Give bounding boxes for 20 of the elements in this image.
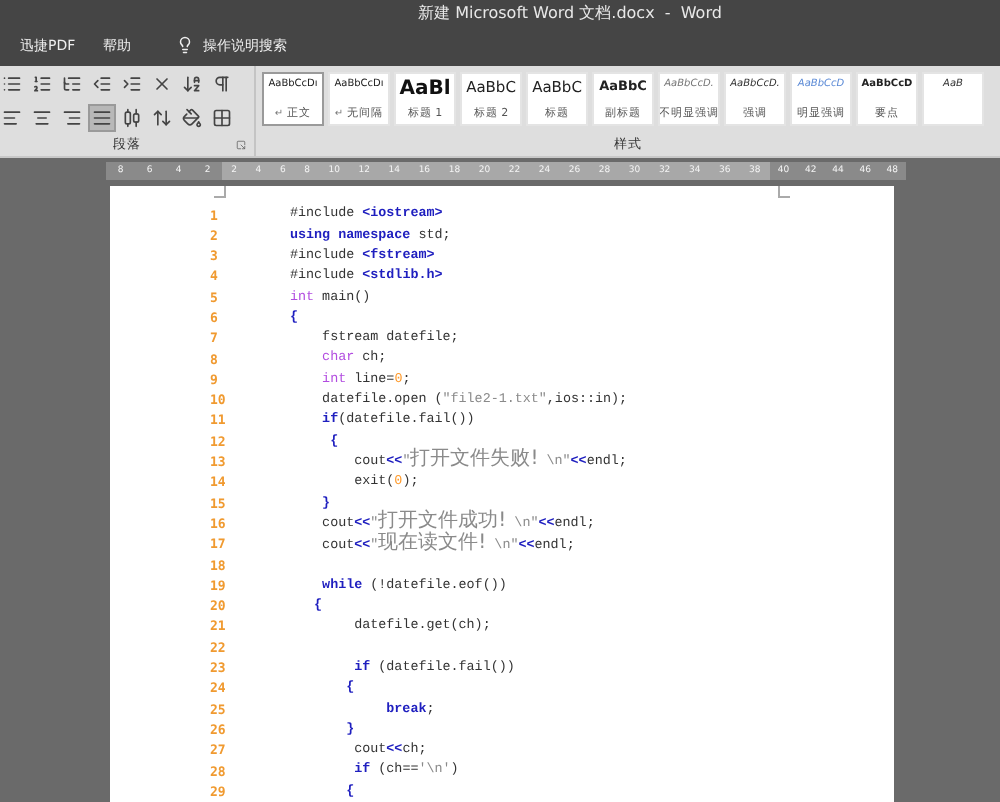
justify-button[interactable] <box>90 106 114 131</box>
borders-icon[interactable] <box>210 106 234 131</box>
style-preview: AaBl <box>399 79 451 100</box>
dialog-launcher-icon[interactable] <box>236 139 246 150</box>
sort-icon[interactable] <box>180 72 204 97</box>
line-spacing-icon[interactable] <box>150 106 174 131</box>
distribute-button[interactable] <box>120 106 144 131</box>
align-right-button[interactable] <box>60 106 84 131</box>
paint-bucket-icon[interactable] <box>180 106 204 131</box>
increase-indent-icon[interactable] <box>120 72 144 97</box>
lightbulb-icon <box>175 36 194 55</box>
decrease-indent-icon[interactable] <box>90 72 114 97</box>
align-center-button[interactable] <box>30 106 54 131</box>
align-left-button[interactable] <box>0 106 24 131</box>
pilcrow-icon[interactable] <box>210 72 234 97</box>
margin-corner-mark <box>214 186 226 199</box>
window-title: 新建 Microsoft Word 文档.docx - Word <box>416 1 722 24</box>
multilevel-list-icon[interactable] <box>60 72 84 97</box>
numbered-list-icon[interactable] <box>30 72 54 97</box>
margin-corner-mark <box>778 186 790 199</box>
